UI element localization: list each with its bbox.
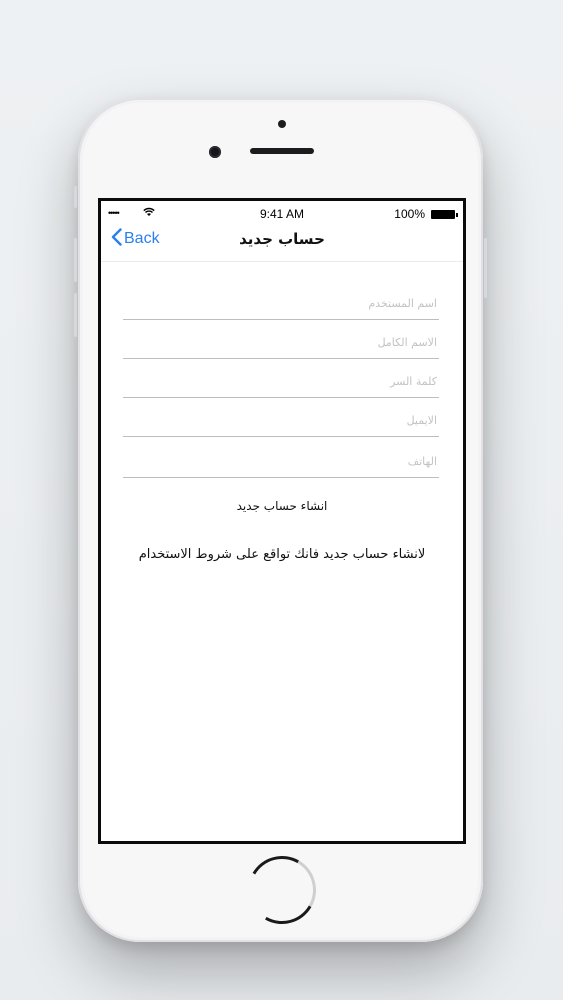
mute-switch bbox=[74, 186, 77, 208]
full-name-input[interactable] bbox=[119, 326, 439, 358]
status-bar: ••••• 9:41 AM 100% bbox=[101, 207, 463, 223]
page-title: حساب جديد bbox=[239, 230, 325, 248]
phone-field[interactable] bbox=[119, 445, 439, 478]
username-input[interactable] bbox=[119, 287, 439, 319]
full-name-field[interactable] bbox=[119, 326, 439, 359]
password-field[interactable] bbox=[119, 365, 439, 398]
battery-icon bbox=[431, 210, 458, 219]
navigation-bar: Back حساب جديد bbox=[101, 225, 463, 262]
volume-down-button bbox=[74, 293, 77, 337]
username-field[interactable] bbox=[119, 287, 439, 320]
email-field[interactable] bbox=[119, 404, 439, 437]
password-input[interactable] bbox=[119, 365, 439, 397]
phone-input[interactable] bbox=[119, 445, 439, 477]
proximity-sensor bbox=[278, 120, 286, 128]
email-input[interactable] bbox=[119, 404, 439, 436]
battery-percent: 100% bbox=[394, 207, 425, 221]
home-button-icon[interactable] bbox=[240, 848, 324, 932]
terms-text: لانشاء حساب جديد فانك تواقع على شروط الا… bbox=[138, 547, 426, 562]
power-button bbox=[484, 238, 487, 298]
front-camera bbox=[209, 146, 221, 158]
phone-frame: ••••• 9:41 AM 100% Back حساب جديد اسم ال… bbox=[74, 98, 487, 942]
earpiece-speaker bbox=[250, 148, 314, 154]
volume-up-button bbox=[74, 238, 77, 282]
screen: ••••• 9:41 AM 100% Back حساب جديد اسم ال… bbox=[98, 198, 466, 844]
create-account-button[interactable]: انشاء حساب جديد bbox=[101, 499, 463, 513]
